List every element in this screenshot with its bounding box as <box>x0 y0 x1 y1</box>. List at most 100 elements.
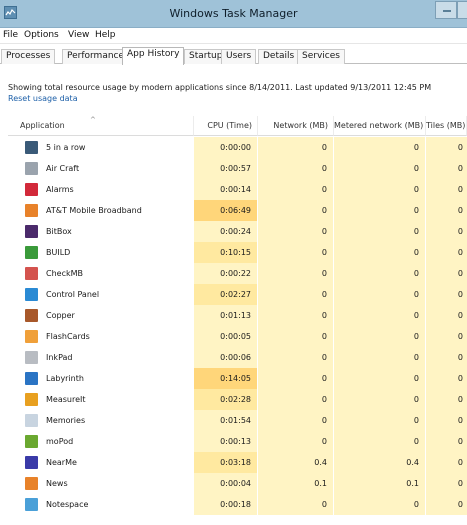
cpu-time-cell: 0:00:04 <box>194 473 258 494</box>
app-name: Memories <box>46 416 86 425</box>
metered-network-cell: 0.1 <box>334 473 426 494</box>
tab-app-history[interactable]: App History <box>122 47 185 65</box>
network-cell: 0 <box>258 410 334 431</box>
table-row[interactable]: News 0:00:04 0.1 0.1 0 <box>8 473 467 494</box>
table-row[interactable]: CheckMB 0:00:22 0 0 0 <box>8 263 467 284</box>
table-row[interactable]: FlashCards 0:00:05 0 0 0 <box>8 326 467 347</box>
table-row[interactable]: Memories 0:01:54 0 0 0 <box>8 410 467 431</box>
cpu-time-cell: 0:00:22 <box>194 263 258 284</box>
network-cell: 0.4 <box>258 452 334 473</box>
metered-network-cell: 0 <box>334 221 426 242</box>
network-cell: 0.1 <box>258 473 334 494</box>
app-cell: BUILD <box>8 242 194 263</box>
column-header-metered-network[interactable]: Metered network (MB) <box>334 116 426 136</box>
menu-file[interactable]: File <box>3 30 18 40</box>
app-name: Copper <box>46 311 75 320</box>
metered-network-cell: 0.4 <box>334 452 426 473</box>
app-name: moPod <box>46 437 74 446</box>
app-name: Air Craft <box>46 164 80 173</box>
menu-view[interactable]: View <box>68 30 89 40</box>
minimize-button[interactable] <box>435 1 457 19</box>
table-row[interactable]: Notespace 0:00:18 0 0 0 <box>8 494 467 515</box>
window-title: Windows Task Manager <box>169 7 298 20</box>
cpu-time-cell: 0:00:24 <box>194 221 258 242</box>
table-row[interactable]: AT&T Mobile Broadband 0:06:49 0 0 0 <box>8 200 467 221</box>
column-header-network[interactable]: Network (MB) <box>258 116 334 136</box>
app-cell: Copper <box>8 305 194 326</box>
tiles-cell: 0 <box>426 494 467 515</box>
app-name: News <box>46 479 68 488</box>
cpu-time-cell: 0:06:49 <box>194 200 258 221</box>
cpu-time-cell: 0:00:18 <box>194 494 258 515</box>
table-row[interactable]: NearMe 0:03:18 0.4 0.4 0 <box>8 452 467 473</box>
app-cell: NearMe <box>8 452 194 473</box>
title-bar[interactable]: Windows Task Manager <box>0 0 467 28</box>
metered-network-cell: 0 <box>334 410 426 431</box>
table-row[interactable]: moPod 0:00:13 0 0 0 <box>8 431 467 452</box>
network-cell: 0 <box>258 326 334 347</box>
metered-network-cell: 0 <box>334 284 426 305</box>
table-row[interactable]: 5 in a row 0:00:00 0 0 0 <box>8 137 467 158</box>
metered-network-cell: 0 <box>334 389 426 410</box>
network-cell: 0 <box>258 137 334 158</box>
labyrinth-icon <box>25 372 38 385</box>
app-cell: BitBox <box>8 221 194 242</box>
cpu-time-cell: 0:14:05 <box>194 368 258 389</box>
metered-network-cell: 0 <box>334 368 426 389</box>
app-cell: 5 in a row <box>8 137 194 158</box>
network-cell: 0 <box>258 158 334 179</box>
app-cell: Control Panel <box>8 284 194 305</box>
table-row[interactable]: Labyrinth 0:14:05 0 0 0 <box>8 368 467 389</box>
tiles-cell: 0 <box>426 221 467 242</box>
table-row[interactable]: InkPad 0:00:06 0 0 0 <box>8 347 467 368</box>
menu-options[interactable]: Options <box>24 30 59 40</box>
tab-processes[interactable]: Processes <box>1 49 56 64</box>
tab-services[interactable]: Services <box>297 49 345 64</box>
tiles-cell: 0 <box>426 368 467 389</box>
network-cell: 0 <box>258 494 334 515</box>
table-row[interactable]: Control Panel 0:02:27 0 0 0 <box>8 284 467 305</box>
app-cell: AT&T Mobile Broadband <box>8 200 194 221</box>
menu-bar: File Options View Help <box>0 28 467 44</box>
cpu-time-cell: 0:00:06 <box>194 347 258 368</box>
inkpad-icon <box>25 351 38 364</box>
app-name: Labyrinth <box>46 374 84 383</box>
tab-users[interactable]: Users <box>221 49 257 64</box>
column-header-application[interactable]: ^ Application <box>8 116 194 136</box>
tab-bar: Processes Performance App History Startu… <box>0 44 467 65</box>
news-icon <box>25 477 38 490</box>
table-row[interactable]: BitBox 0:00:24 0 0 0 <box>8 221 467 242</box>
column-header-tiles[interactable]: Tiles (MB) <box>426 116 467 136</box>
tiles-cell: 0 <box>426 410 467 431</box>
tab-performance[interactable]: Performance <box>62 49 130 64</box>
measureit-icon <box>25 393 38 406</box>
app-cell: News <box>8 473 194 494</box>
network-cell: 0 <box>258 389 334 410</box>
column-header-cpu[interactable]: CPU (Time) <box>194 116 258 136</box>
metered-network-cell: 0 <box>334 305 426 326</box>
tiles-cell: 0 <box>426 200 467 221</box>
table-row[interactable]: Alarms 0:00:14 0 0 0 <box>8 179 467 200</box>
table-row[interactable]: Copper 0:01:13 0 0 0 <box>8 305 467 326</box>
app-history-table: 5 in a row 0:00:00 0 0 0 Air Craft 0:00:57 0 0 0 A… <box>8 137 467 515</box>
app-cell: Labyrinth <box>8 368 194 389</box>
tiles-cell: 0 <box>426 179 467 200</box>
menu-help[interactable]: Help <box>95 30 116 40</box>
maximize-button[interactable] <box>457 1 467 19</box>
control-panel-icon <box>25 288 38 301</box>
app-name: FlashCards <box>46 332 90 341</box>
metered-network-cell: 0 <box>334 431 426 452</box>
table-row[interactable]: Air Craft 0:00:57 0 0 0 <box>8 158 467 179</box>
air-craft-icon <box>25 162 38 175</box>
network-cell: 0 <box>258 284 334 305</box>
tiles-cell: 0 <box>426 389 467 410</box>
cpu-time-cell: 0:02:27 <box>194 284 258 305</box>
tiles-cell: 0 <box>426 158 467 179</box>
app-name: AT&T Mobile Broadband <box>46 206 142 215</box>
copper-icon <box>25 309 38 322</box>
table-row[interactable]: BUILD 0:10:15 0 0 0 <box>8 242 467 263</box>
cpu-time-cell: 0:00:00 <box>194 137 258 158</box>
tab-details[interactable]: Details <box>258 49 300 64</box>
table-row[interactable]: MeasureIt 0:02:28 0 0 0 <box>8 389 467 410</box>
reset-usage-link[interactable]: Reset usage data <box>8 94 78 103</box>
